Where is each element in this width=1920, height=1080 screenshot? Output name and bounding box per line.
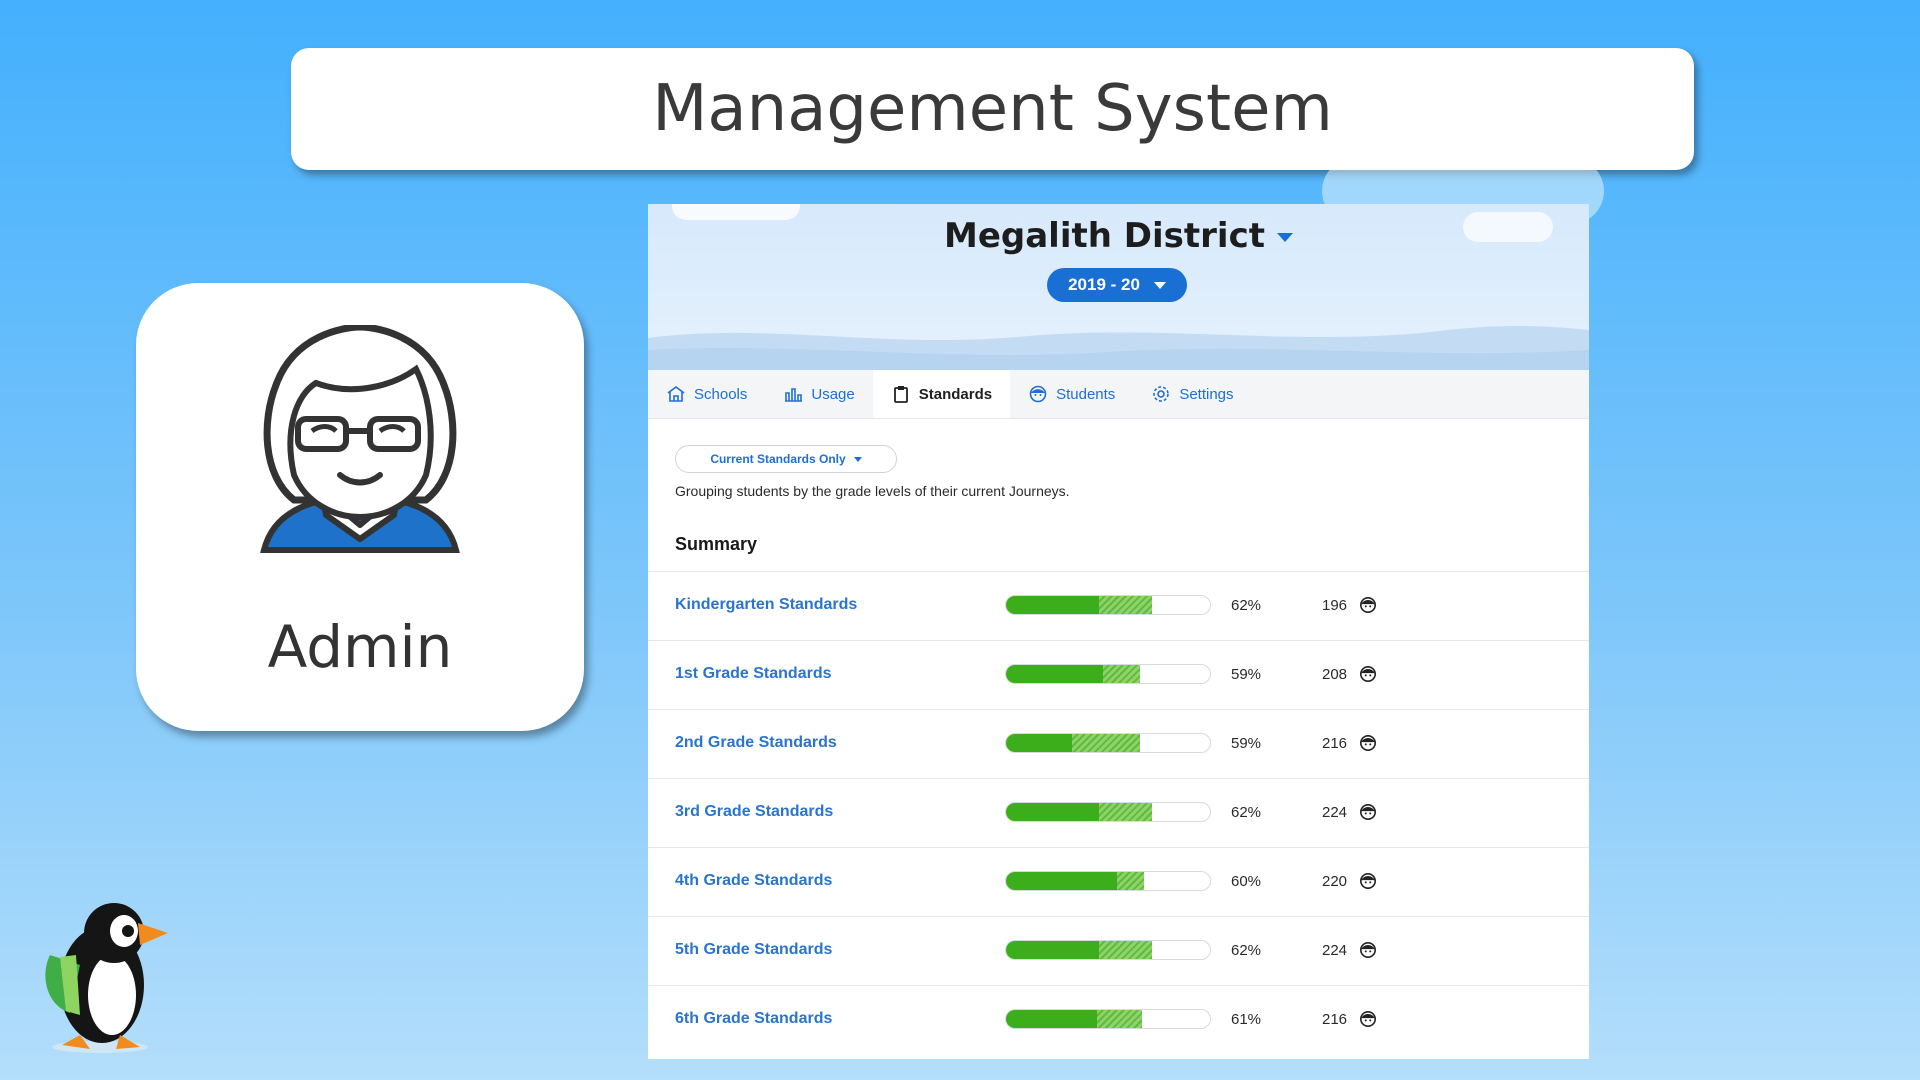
admin-woman-avatar-icon — [260, 325, 460, 553]
progress-bar — [1005, 595, 1211, 615]
app-header: Megalith District 2019 - 20 — [648, 204, 1589, 370]
app-window: Megalith District 2019 - 20 Schools Usag… — [648, 204, 1589, 1059]
grouping-description: Grouping students by the grade levels of… — [675, 483, 1070, 499]
year-label: 2019 - 20 — [1068, 275, 1140, 294]
chevron-down-icon — [1276, 233, 1293, 242]
student-count: 208 — [1322, 666, 1348, 683]
chevron-down-icon — [1153, 281, 1166, 289]
student-face-icon — [1359, 596, 1377, 614]
progress-bar-solid — [1006, 596, 1099, 614]
progress-bar — [1005, 940, 1211, 960]
student-count: 216 — [1322, 1011, 1348, 1028]
progress-bar-solid — [1006, 803, 1099, 821]
progress-bar-solid — [1006, 941, 1099, 959]
penguin-mascot-icon — [45, 903, 168, 1053]
student-count: 224 — [1322, 804, 1348, 821]
percent-value: 62% — [1231, 597, 1262, 614]
tab-schools[interactable]: Schools — [648, 370, 765, 418]
tab-usage[interactable]: Usage — [765, 370, 872, 418]
filter-label: Current Standards Only — [710, 452, 846, 466]
progress-bar-hatched — [1096, 1010, 1142, 1028]
progress-bar-solid — [1006, 665, 1103, 683]
standards-link[interactable]: 1st Grade Standards — [675, 665, 832, 683]
table-row: 4th Grade Standards 60% 220 — [648, 847, 1589, 917]
standards-filter-dropdown[interactable]: Current Standards Only — [675, 445, 897, 473]
banner-title: Management System — [652, 72, 1333, 146]
title-banner: Management System — [291, 48, 1694, 170]
admin-label: Admin — [267, 613, 453, 681]
standards-link[interactable]: 4th Grade Standards — [675, 872, 832, 890]
percent-value: 62% — [1231, 942, 1262, 959]
tab-standards[interactable]: Standards — [872, 370, 1011, 418]
percent-value: 60% — [1231, 873, 1262, 890]
standards-link[interactable]: 5th Grade Standards — [675, 941, 832, 959]
progress-bar-solid — [1006, 872, 1118, 890]
table-row: 6th Grade Standards 61% 216 — [648, 985, 1589, 1055]
district-name: Megalith District — [944, 216, 1265, 256]
student-face-icon — [1359, 1010, 1377, 1028]
student-face-icon — [1359, 734, 1377, 752]
student-face-icon — [1359, 803, 1377, 821]
table-row: 5th Grade Standards 62% 224 — [648, 916, 1589, 986]
student-count: 216 — [1322, 735, 1348, 752]
percent-value: 62% — [1231, 804, 1262, 821]
progress-bar — [1005, 733, 1211, 753]
school-icon — [667, 386, 685, 402]
student-count: 224 — [1322, 942, 1348, 959]
percent-value: 59% — [1231, 735, 1262, 752]
student-face-icon — [1359, 665, 1377, 683]
standards-link[interactable]: 2nd Grade Standards — [675, 734, 837, 752]
student-count: 196 — [1322, 597, 1348, 614]
tab-label: Standards — [918, 385, 993, 403]
table-row: 1st Grade Standards 59% 208 — [648, 640, 1589, 710]
tab-label: Usage — [811, 385, 855, 403]
table-row: Kindergarten Standards 62% 196 — [648, 571, 1589, 641]
progress-bar-hatched — [1102, 665, 1140, 683]
progress-bar — [1005, 802, 1211, 822]
clipboard-icon — [893, 386, 908, 403]
progress-bar-hatched — [1098, 596, 1153, 614]
progress-bar — [1005, 1009, 1211, 1029]
table-row: 3rd Grade Standards 62% 224 — [648, 778, 1589, 848]
progress-bar-hatched — [1098, 803, 1153, 821]
summary-heading: Summary — [675, 534, 758, 554]
district-selector[interactable]: Megalith District — [648, 216, 1589, 256]
tab-students[interactable]: Students — [1010, 370, 1133, 418]
progress-bar — [1005, 664, 1211, 684]
tab-bar: Schools Usage Standards Students Setting… — [648, 370, 1589, 419]
tab-label: Schools — [694, 385, 748, 403]
tab-settings[interactable]: Settings — [1133, 370, 1251, 418]
student-face-icon — [1359, 941, 1377, 959]
percent-value: 61% — [1231, 1011, 1262, 1028]
progress-bar — [1005, 871, 1211, 891]
gear-icon — [1153, 386, 1170, 402]
admin-role-card: Admin — [136, 283, 584, 731]
progress-bar-hatched — [1098, 941, 1153, 959]
chevron-down-icon — [853, 456, 862, 462]
bar-chart-icon — [785, 388, 803, 402]
progress-bar-solid — [1006, 1010, 1097, 1028]
table-row: 2nd Grade Standards 59% 216 — [648, 709, 1589, 779]
tab-label: Settings — [1179, 385, 1234, 403]
percent-value: 59% — [1231, 666, 1262, 683]
tab-label: Students — [1056, 385, 1116, 403]
year-selector[interactable]: 2019 - 20 — [1047, 268, 1187, 302]
standards-link[interactable]: 6th Grade Standards — [675, 1010, 832, 1028]
progress-bar-solid — [1006, 734, 1072, 752]
progress-bar-hatched — [1117, 872, 1144, 890]
student-face-icon — [1029, 385, 1047, 403]
standards-link[interactable]: 3rd Grade Standards — [675, 803, 833, 821]
header-hills — [648, 325, 1589, 370]
student-face-icon — [1359, 872, 1377, 890]
student-count: 220 — [1322, 873, 1348, 890]
standards-link[interactable]: Kindergarten Standards — [675, 596, 857, 614]
progress-bar-hatched — [1071, 734, 1140, 752]
